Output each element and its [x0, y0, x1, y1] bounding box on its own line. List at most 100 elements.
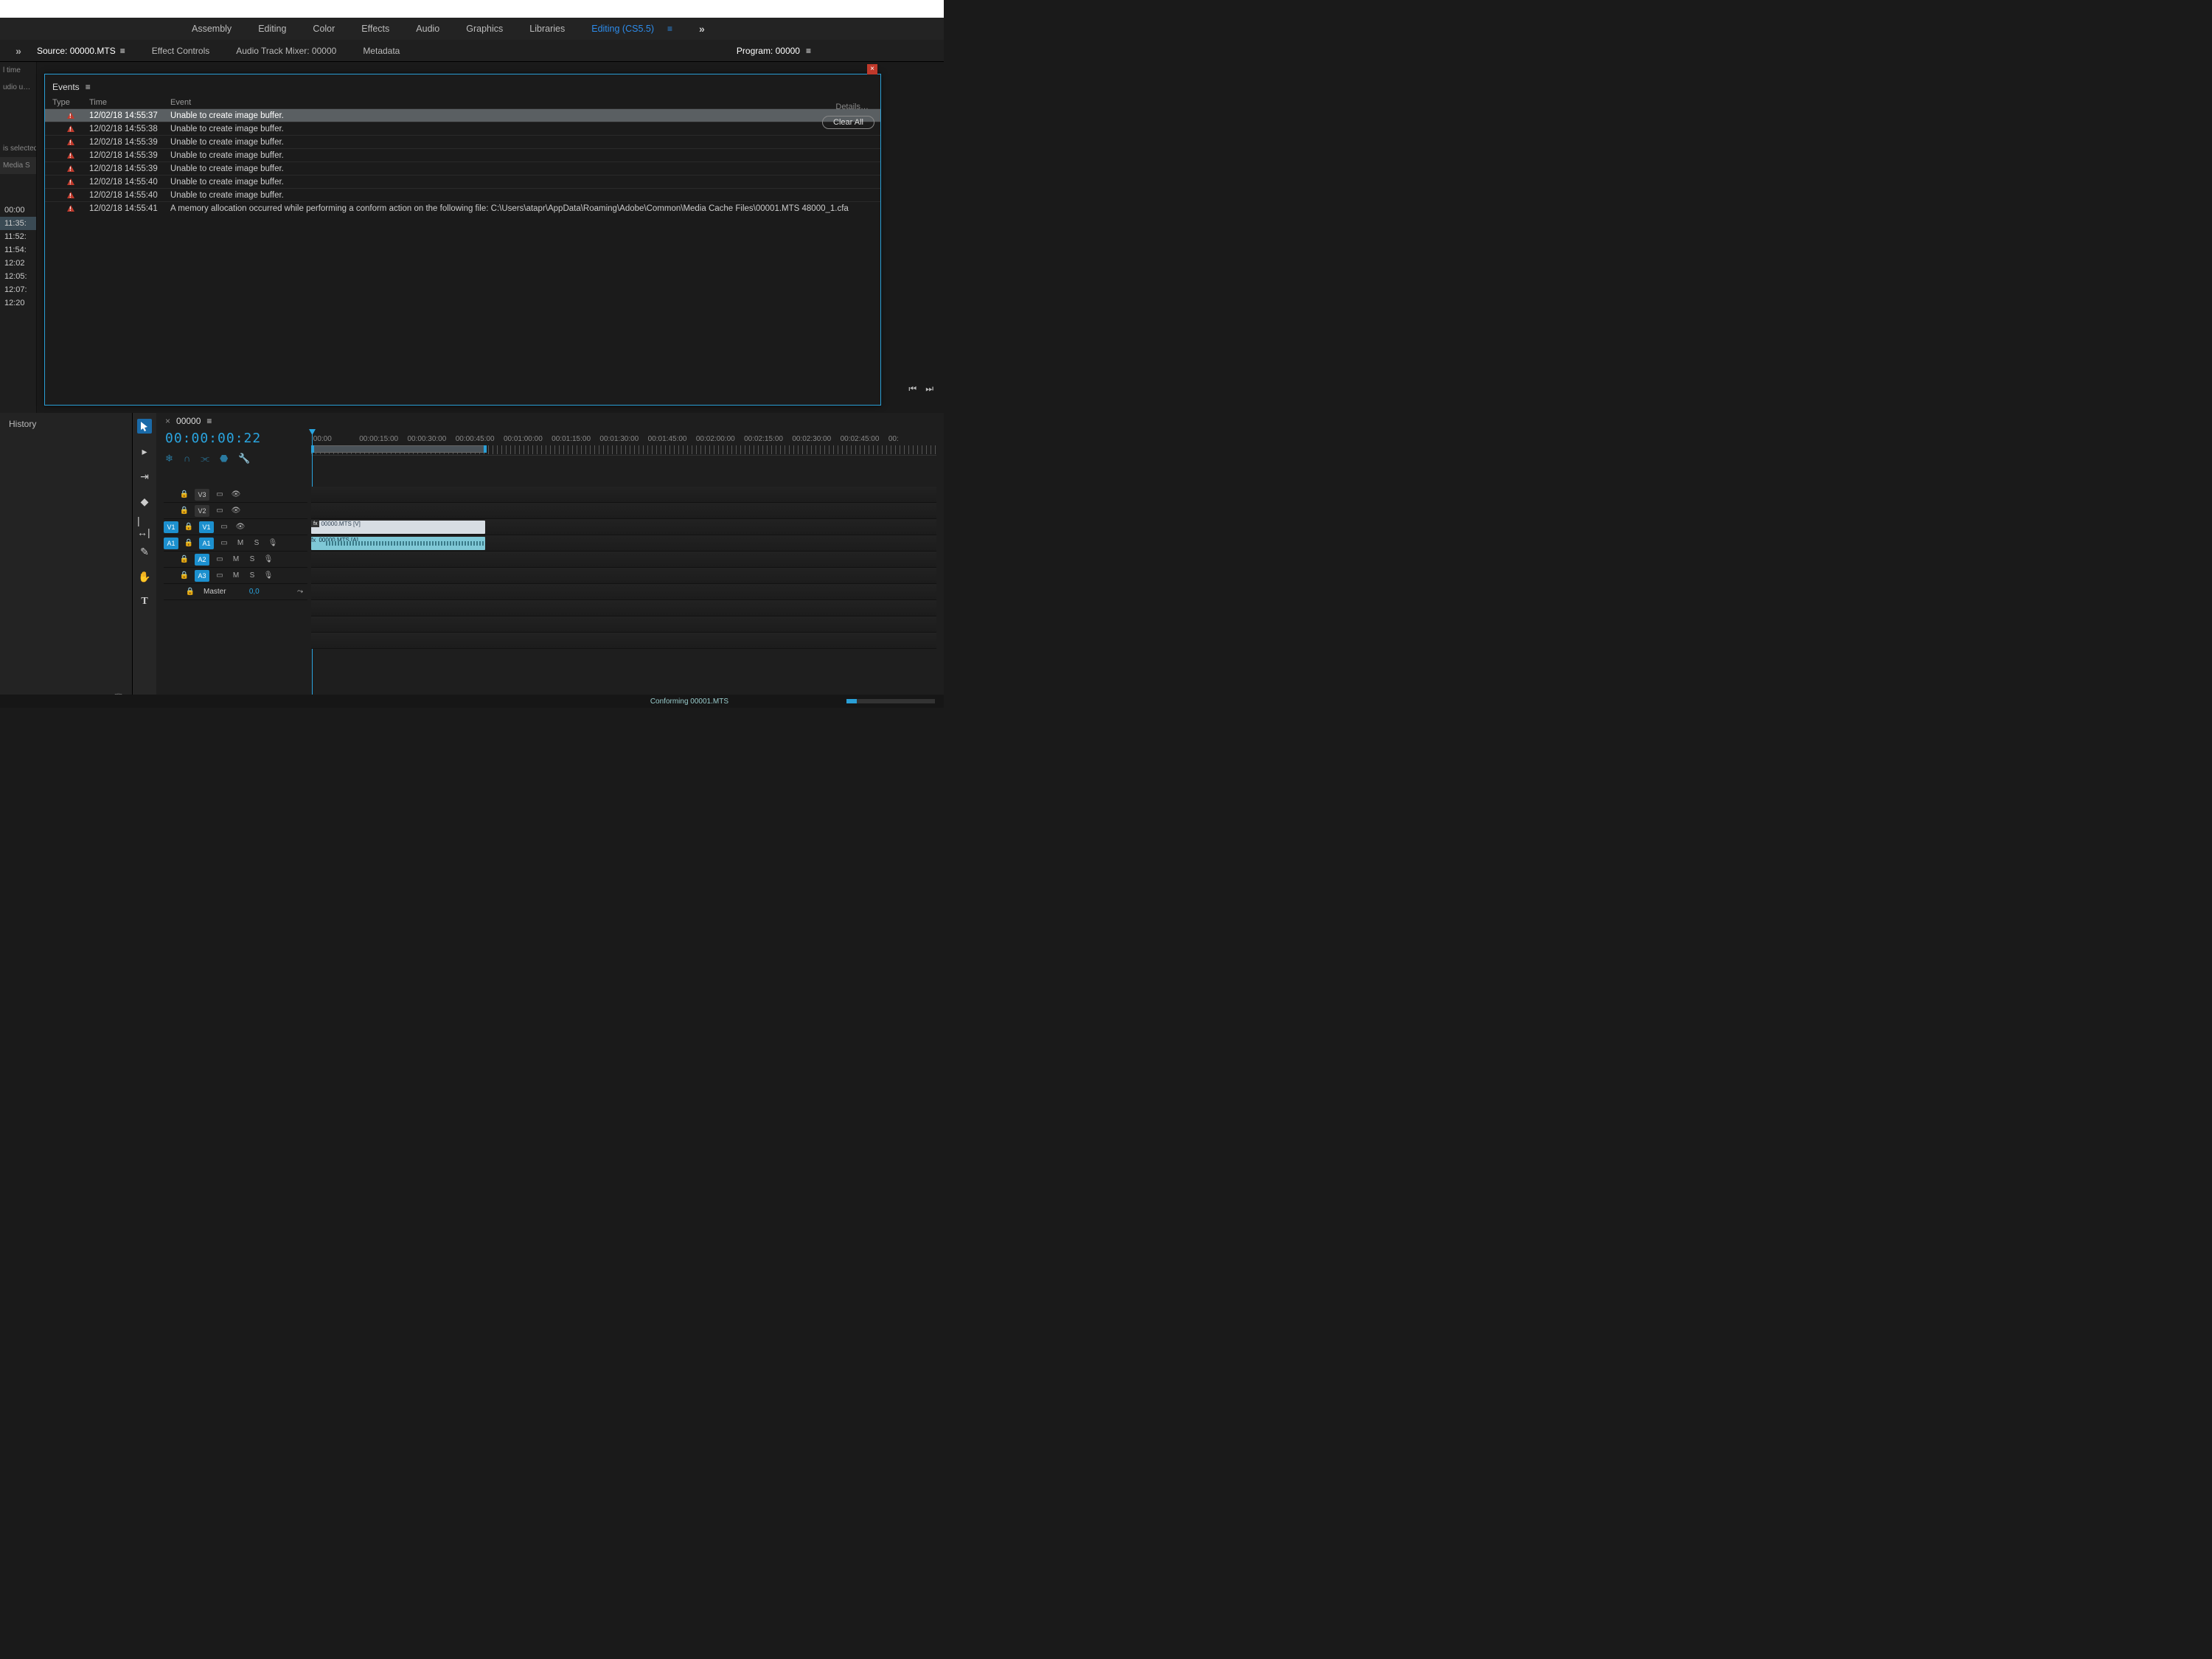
voiceover-icon[interactable]: 🎙 [262, 555, 274, 563]
lock-icon[interactable]: 🔒 [178, 490, 190, 498]
lane-a2[interactable] [311, 552, 936, 568]
toggle-output-icon[interactable]: ▭ [218, 523, 230, 531]
bin-time-item[interactable]: 12:05: [0, 270, 36, 283]
razor-tool[interactable]: ◆ [137, 494, 152, 509]
fx-badge[interactable]: fx [311, 537, 316, 543]
ripple-edit-tool[interactable]: ⇥ [137, 469, 152, 484]
snap-icon[interactable]: ∩ [184, 453, 190, 465]
clear-all-button[interactable]: Clear All [822, 116, 874, 129]
workspace-assembly[interactable]: Assembly [192, 24, 232, 34]
work-area-bar[interactable] [311, 445, 485, 453]
track-badge[interactable]: V1 [199, 521, 214, 533]
lock-icon[interactable]: 🔒 [183, 523, 195, 531]
rail-label-media[interactable]: Media S [0, 157, 36, 174]
workspace-libraries[interactable]: Libraries [529, 24, 565, 34]
lock-icon[interactable]: 🔒 [178, 507, 190, 515]
workspace-graphics[interactable]: Graphics [466, 24, 503, 34]
panel-menu-icon[interactable]: ≡ [86, 82, 91, 92]
clip-lanes[interactable]: fx 00000.MTS [V] fx 00000.MTS [A] [311, 487, 936, 690]
track-badge[interactable]: A2 [195, 554, 209, 566]
track-header-a3[interactable]: 🔒 A3 ▭ M S 🎙 [164, 568, 307, 584]
close-sequence-icon[interactable]: × [165, 416, 170, 426]
event-row[interactable]: 12/02/18 14:55:37Unable to create image … [45, 108, 880, 122]
lane-v3[interactable] [311, 487, 936, 503]
video-clip[interactable]: fx 00000.MTS [V] [311, 521, 485, 534]
slip-tool[interactable]: |↔| [137, 519, 152, 534]
workspace-color[interactable]: Color [313, 24, 335, 34]
linked-selection-icon[interactable]: ⫘ [201, 453, 209, 465]
track-header-v2[interactable]: 🔒 V2 ▭ 👁 [164, 503, 307, 519]
hand-tool[interactable]: ✋ [137, 569, 152, 584]
toggle-output-icon[interactable]: ▭ [214, 555, 226, 563]
bin-time-item[interactable]: 12:07: [0, 283, 36, 296]
lane-empty[interactable] [311, 600, 936, 616]
bin-time-item[interactable]: 11:54: [0, 243, 36, 257]
event-row[interactable]: 12/02/18 14:55:41A memory allocation occ… [45, 201, 880, 215]
track-header-a2[interactable]: 🔒 A2 ▭ M S 🎙 [164, 552, 307, 568]
event-row[interactable]: 12/02/18 14:55:39Unable to create image … [45, 135, 880, 148]
lock-icon[interactable]: 🔒 [183, 539, 195, 547]
workspace-editing-cs55[interactable]: Editing (CS5.5) [591, 24, 654, 34]
solo-button[interactable]: S [246, 555, 258, 563]
expand-left-panels-button[interactable]: » [0, 45, 37, 57]
history-title[interactable]: History [0, 413, 132, 435]
voiceover-icon[interactable]: 🎙 [262, 571, 274, 580]
mute-button[interactable]: M [234, 539, 246, 547]
marker-icon[interactable]: ⬣ [220, 453, 228, 465]
workspace-editing[interactable]: Editing [258, 24, 286, 34]
source-patch-a1[interactable]: A1 [164, 538, 178, 549]
toggle-output-icon[interactable]: ▭ [214, 507, 226, 515]
panel-menu-icon[interactable]: ≡ [120, 46, 125, 56]
playhead-timecode[interactable]: 00:00:00:22 [165, 431, 261, 446]
track-select-tool[interactable]: ▸ [137, 444, 152, 459]
event-row[interactable]: 12/02/18 14:55:40Unable to create image … [45, 188, 880, 201]
skip-start-icon[interactable]: ⏮ [908, 383, 917, 394]
tab-program-monitor[interactable]: Program: 00000 ≡ [737, 46, 811, 56]
sequence-tab[interactable]: × 00000 ≡ [165, 416, 212, 426]
lane-v1[interactable]: fx 00000.MTS [V] [311, 519, 936, 535]
toggle-output-icon[interactable]: ▭ [214, 490, 226, 498]
bin-time-item[interactable]: 11:35: [0, 217, 36, 230]
track-header-master[interactable]: 🔒 Master 0,0 ⤳ [164, 584, 307, 600]
lock-icon[interactable]: 🔒 [178, 571, 190, 580]
panel-menu-icon[interactable]: ≡ [206, 416, 212, 426]
eye-icon[interactable]: 👁 [230, 507, 242, 515]
track-badge[interactable]: V2 [195, 505, 209, 517]
workspace-menu-icon[interactable]: ≡ [667, 24, 672, 34]
work-area-out-handle[interactable] [484, 445, 487, 453]
event-row[interactable]: 12/02/18 14:55:39Unable to create image … [45, 161, 880, 175]
track-badge[interactable]: A3 [195, 570, 209, 582]
eye-icon[interactable]: 👁 [230, 490, 242, 498]
details-button[interactable]: Details… [830, 101, 874, 113]
panel-menu-icon[interactable]: ≡ [806, 46, 811, 56]
lock-icon[interactable]: 🔒 [178, 555, 190, 563]
audio-clip[interactable]: fx 00000.MTS [A] [311, 537, 485, 550]
settings-icon[interactable]: 🔧 [238, 453, 250, 465]
master-value[interactable]: 0,0 [249, 588, 260, 596]
workspace-audio[interactable]: Audio [416, 24, 439, 34]
track-header-v1[interactable]: V1 🔒 V1 ▭ 👁 [164, 519, 307, 535]
skip-end-icon[interactable]: ⏭ [925, 383, 933, 394]
lane-a3[interactable] [311, 568, 936, 584]
tab-source-monitor[interactable]: Source: 00000.MTS ≡ [37, 46, 125, 56]
selection-tool[interactable] [137, 419, 152, 434]
toggle-output-icon[interactable]: ▭ [214, 571, 226, 580]
tab-metadata[interactable]: Metadata [363, 46, 400, 56]
lane-empty[interactable] [311, 633, 936, 649]
track-badge[interactable]: A1 [199, 538, 214, 549]
track-badge[interactable]: V3 [195, 489, 209, 501]
event-row[interactable]: 12/02/18 14:55:40Unable to create image … [45, 175, 880, 188]
eye-icon[interactable]: 👁 [234, 523, 246, 531]
lane-empty[interactable] [311, 616, 936, 633]
solo-button[interactable]: S [251, 539, 262, 547]
lane-v2[interactable] [311, 503, 936, 519]
bin-time-item[interactable]: 11:52: [0, 230, 36, 243]
solo-button[interactable]: S [246, 571, 258, 580]
bin-time-item[interactable]: 12:20 [0, 296, 36, 310]
track-header-v3[interactable]: 🔒 V3 ▭ 👁 [164, 487, 307, 503]
track-header-a1[interactable]: A1 🔒 A1 ▭ M S 🎙 [164, 535, 307, 552]
mute-button[interactable]: M [230, 555, 242, 563]
output-icon[interactable]: ⤳ [297, 588, 303, 596]
insert-mode-icon[interactable]: ❄ [165, 453, 173, 465]
workspace-overflow-icon[interactable]: » [699, 23, 705, 35]
